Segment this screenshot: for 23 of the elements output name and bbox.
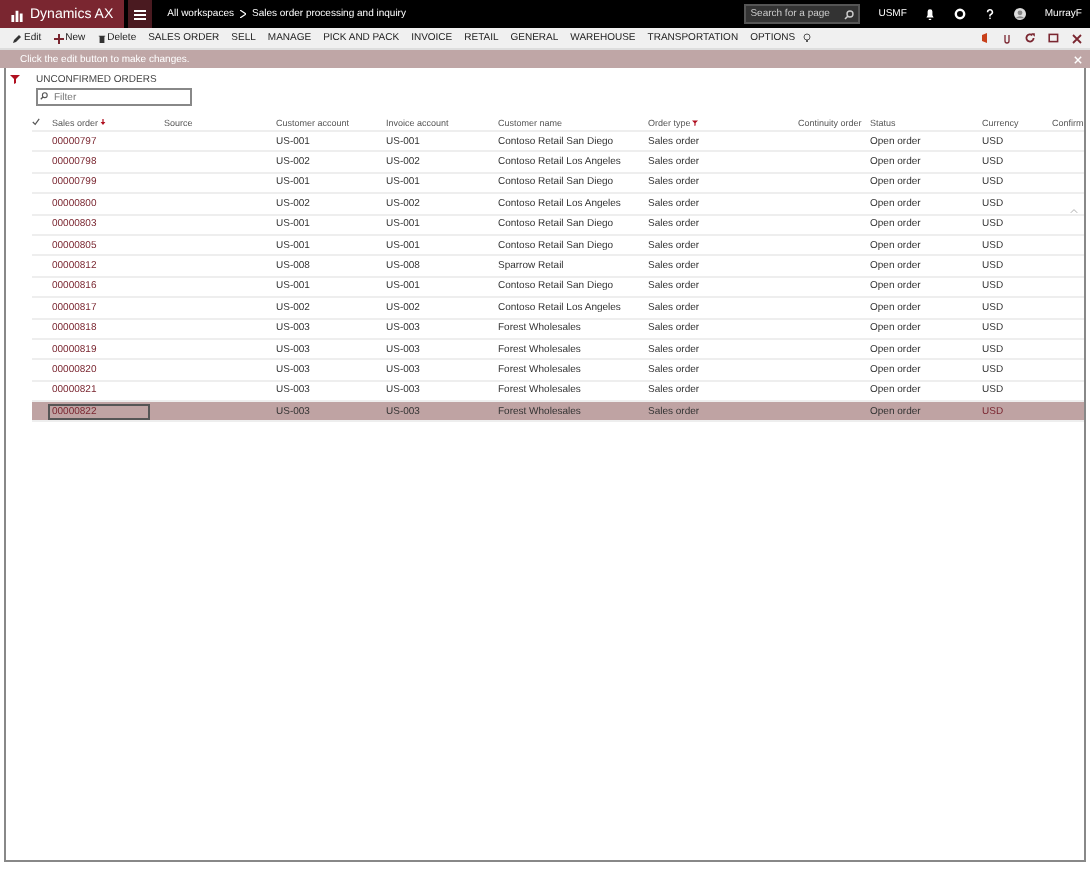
search-icon xyxy=(844,9,855,19)
logo-icon xyxy=(10,7,24,21)
attachment-icon[interactable] xyxy=(1002,32,1012,44)
close-icon[interactable] xyxy=(1072,33,1082,43)
office-icon[interactable] xyxy=(980,32,990,44)
settings-icon[interactable] xyxy=(954,8,967,20)
trash-icon[interactable] xyxy=(97,33,106,43)
pencil-icon[interactable] xyxy=(12,33,22,43)
refresh-icon[interactable] xyxy=(1024,32,1036,44)
menu-icon xyxy=(133,9,146,19)
bell-icon[interactable] xyxy=(924,8,937,20)
filter-icon[interactable] xyxy=(10,74,20,84)
lightbulb-icon[interactable] xyxy=(801,32,812,44)
checkmark-icon[interactable] xyxy=(32,118,40,126)
help-icon[interactable] xyxy=(984,8,997,20)
plus-icon[interactable] xyxy=(53,33,64,43)
avatar-icon[interactable] xyxy=(1014,8,1027,20)
chevron-icon xyxy=(239,10,246,18)
sort-arrow-icon[interactable] xyxy=(100,118,107,126)
filter-icon[interactable] xyxy=(692,119,699,125)
menu-button[interactable] xyxy=(127,0,152,28)
popout-icon[interactable] xyxy=(1048,32,1060,44)
search-icon xyxy=(40,92,48,100)
